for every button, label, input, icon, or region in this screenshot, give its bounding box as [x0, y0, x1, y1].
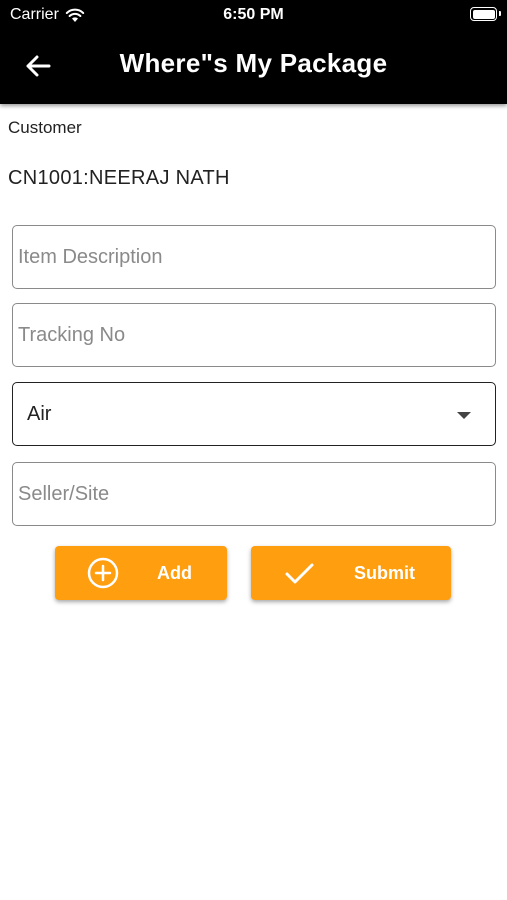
- tracking-no-input[interactable]: Tracking No: [12, 303, 496, 367]
- tracking-no-placeholder: Tracking No: [18, 323, 126, 346]
- item-description-placeholder: Item Description: [18, 245, 163, 268]
- plus-circle-icon: [87, 557, 119, 589]
- battery-icon: [470, 7, 501, 21]
- submit-button-label: Submit: [354, 563, 415, 583]
- item-description-input[interactable]: Item Description: [12, 225, 496, 289]
- status-time: 6:50 PM: [223, 6, 284, 23]
- shipping-mode-select[interactable]: Air: [12, 382, 496, 446]
- status-bar: Carrier 6:50 PM: [0, 0, 507, 32]
- submit-button[interactable]: Submit: [251, 546, 451, 600]
- check-icon: [285, 563, 314, 584]
- app-header: Carrier 6:50 PM Where"s My Package: [0, 0, 507, 104]
- shipping-mode-value: Air: [27, 402, 52, 425]
- add-button[interactable]: Add: [55, 546, 227, 600]
- dropdown-arrow-icon: [457, 412, 471, 419]
- customer-value: CN1001:NEERAJ NATH: [8, 167, 230, 189]
- seller-site-input[interactable]: Seller/Site: [12, 462, 496, 526]
- page-title: Where"s My Package: [119, 48, 388, 78]
- customer-label: Customer: [8, 118, 82, 137]
- seller-site-placeholder: Seller/Site: [18, 482, 110, 505]
- add-button-label: Add: [157, 563, 192, 583]
